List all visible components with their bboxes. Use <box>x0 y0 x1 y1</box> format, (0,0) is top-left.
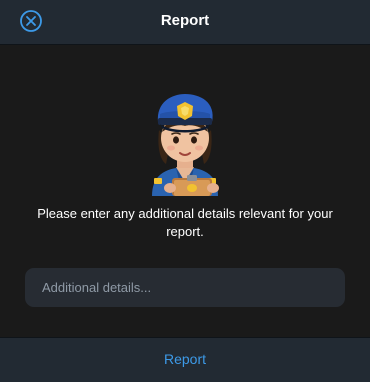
report-button[interactable]: Report <box>0 351 370 367</box>
dialog-title: Report <box>160 12 210 29</box>
footer-bar: Report <box>0 337 370 382</box>
header-bar: Report <box>0 0 370 45</box>
police-officer-icon <box>138 92 232 196</box>
instruction-text: Please enter any additional details rele… <box>37 206 333 239</box>
additional-details-input[interactable] <box>25 268 345 307</box>
